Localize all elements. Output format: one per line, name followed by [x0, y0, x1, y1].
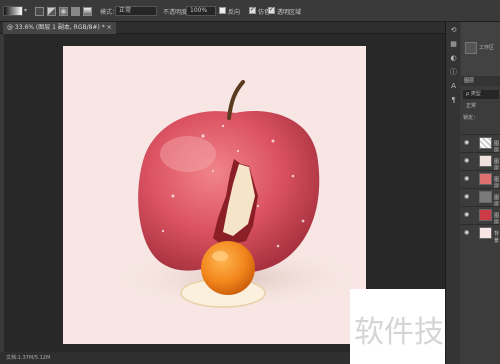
status-bar: 文档:1.37M/5.12M: [0, 352, 350, 364]
layer-thumbnail: [479, 191, 492, 203]
layer-row[interactable]: ◉ 图层: [461, 188, 500, 208]
eye-icon[interactable]: ◉: [464, 193, 472, 201]
layer-row[interactable]: ◉ 图层: [461, 206, 500, 226]
transparency-checkbox[interactable]: [268, 6, 275, 14]
adjust-icon[interactable]: ◐: [449, 54, 458, 63]
opacity-input[interactable]: 100%: [186, 6, 216, 16]
eye-icon[interactable]: ◉: [464, 229, 472, 237]
apple-egg-image: [113, 80, 363, 308]
options-bar: ▾ 模式： 正常 不透明度： 100% 反向 仿色 透明区域: [0, 0, 500, 22]
eye-icon[interactable]: ◉: [464, 175, 472, 183]
eye-icon[interactable]: ◉: [464, 139, 472, 147]
mode-select[interactable]: 正常: [115, 6, 157, 16]
info-icon[interactable]: ⓘ: [449, 68, 458, 77]
document-tab-bar: @ 33.6% (图层 1 副本, RGB/8#) * ×: [0, 22, 445, 34]
layers-tab[interactable]: 图层: [461, 76, 500, 86]
lock-label: 锁定：: [463, 115, 479, 121]
gradient-picker[interactable]: [3, 6, 23, 16]
artboard[interactable]: [63, 46, 366, 344]
eye-icon[interactable]: ◉: [464, 157, 472, 165]
character-icon[interactable]: A: [449, 82, 458, 91]
preset-thumbnail[interactable]: [465, 42, 477, 54]
layer-thumbnail: [479, 137, 492, 149]
eye-icon[interactable]: ◉: [464, 211, 472, 219]
layer-blend-mode[interactable]: 正常: [463, 102, 499, 111]
chevron-down-icon[interactable]: ▾: [24, 6, 30, 16]
reflected-gradient-button[interactable]: [71, 7, 80, 16]
layer-thumbnail: [479, 227, 492, 239]
reverse-label: 反向: [228, 9, 241, 16]
right-panel-dock: ⟲ ▦ ◐ ⓘ A ¶ 工作区 图层 ρ 类型 正常 锁定： ◉ 图层 ◉ 图层: [445, 22, 500, 364]
transparency-label: 透明区域: [277, 9, 302, 16]
photoshop-window: ▾ 模式： 正常 不透明度： 100% 反向 仿色 透明区域 @ 33.6% (…: [0, 0, 500, 364]
workspace-label: 工作区: [479, 45, 495, 51]
swatches-icon[interactable]: ▦: [449, 40, 458, 49]
reverse-checkbox[interactable]: [219, 7, 226, 14]
layers-panel: ρ 类型 正常 锁定： ◉ 图层 ◉ 图层 ◉ 图层 ◉ 图层 ◉ 图层 ◉ 背…: [461, 86, 500, 364]
history-icon[interactable]: ⟲: [449, 26, 458, 35]
layer-thumbnail: [479, 155, 492, 167]
paragraph-icon[interactable]: ¶: [449, 96, 458, 105]
linear-gradient-button[interactable]: [35, 7, 44, 16]
layer-row[interactable]: ◉ 图层: [461, 152, 500, 172]
radial-gradient-button[interactable]: [47, 7, 56, 16]
layer-kind-filter[interactable]: ρ 类型: [463, 90, 499, 99]
layer-thumbnail: [479, 173, 492, 185]
diamond-gradient-button[interactable]: [83, 7, 92, 16]
layer-name: 背景: [494, 231, 500, 244]
angle-gradient-button[interactable]: [59, 7, 68, 16]
layer-thumbnail: [479, 209, 492, 221]
layer-row[interactable]: ◉ 图层: [461, 170, 500, 190]
dither-checkbox[interactable]: [249, 6, 256, 14]
document-tab[interactable]: @ 33.6% (图层 1 副本, RGB/8#) * ×: [3, 22, 116, 34]
dock-icon-strip: ⟲ ▦ ◐ ⓘ A ¶: [446, 22, 460, 364]
layer-row[interactable]: ◉ 图层: [461, 134, 500, 154]
layer-row[interactable]: ◉ 背景: [461, 224, 500, 244]
workspace-panel: 工作区: [461, 22, 500, 76]
